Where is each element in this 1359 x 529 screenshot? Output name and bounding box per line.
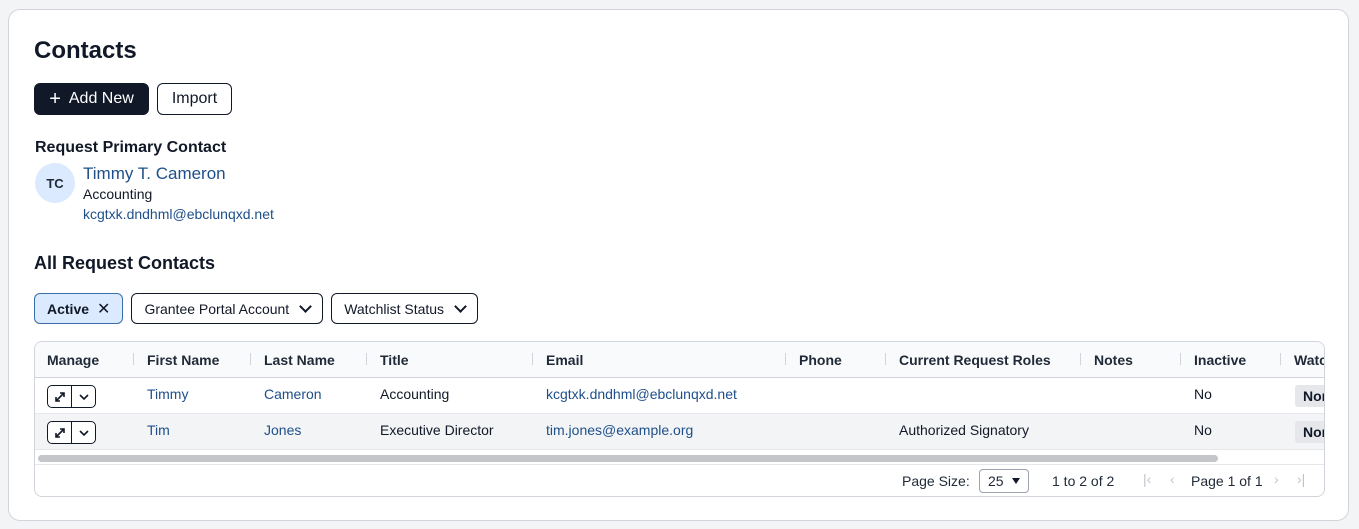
expand-icon bbox=[54, 391, 65, 402]
column-resize-handle[interactable] bbox=[250, 353, 251, 365]
manage-button-group bbox=[47, 385, 96, 408]
title-cell: Accounting bbox=[380, 386, 450, 402]
watchlist-status-badge: Nor bbox=[1295, 385, 1324, 407]
last-page-icon[interactable]: ›| bbox=[1297, 471, 1305, 487]
column-header-watchlist[interactable]: Watc bbox=[1294, 352, 1324, 368]
primary-contact-name-link[interactable]: Timmy T. Cameron bbox=[83, 164, 226, 184]
import-button[interactable]: Import bbox=[157, 83, 232, 115]
expand-icon bbox=[54, 427, 65, 438]
inactive-cell: No bbox=[1194, 386, 1212, 402]
column-header-email[interactable]: Email bbox=[546, 352, 583, 368]
primary-contact-heading: Request Primary Contact bbox=[35, 139, 227, 156]
row-menu-button[interactable] bbox=[71, 386, 95, 407]
row-range-summary: 1 to 2 of 2 bbox=[1052, 473, 1115, 489]
column-header-manage[interactable]: Manage bbox=[47, 352, 99, 368]
chevron-down-icon bbox=[454, 299, 467, 313]
page-size-select[interactable]: 25 bbox=[979, 469, 1029, 493]
pagination-bar: Page Size: 25 1 to 2 of 2 |‹ ‹ Page 1 of… bbox=[35, 466, 1324, 496]
title-cell: Executive Director bbox=[380, 422, 494, 438]
column-resize-handle[interactable] bbox=[785, 353, 786, 365]
avatar: TC bbox=[35, 163, 75, 203]
watchlist-status-badge: Nor bbox=[1295, 421, 1324, 443]
column-resize-handle[interactable] bbox=[366, 353, 367, 365]
table-row: Timmy Cameron Accounting kcgtxk.dndhml@e… bbox=[35, 378, 1324, 414]
column-resize-handle[interactable] bbox=[1280, 353, 1281, 365]
chevron-down-icon bbox=[79, 393, 89, 400]
column-header-inactive[interactable]: Inactive bbox=[1194, 352, 1246, 368]
contacts-grid: Manage First Name Last Name Title Email … bbox=[34, 341, 1325, 497]
close-icon[interactable]: ✕ bbox=[97, 299, 110, 319]
column-resize-handle[interactable] bbox=[1180, 353, 1181, 365]
primary-contact-title: Accounting bbox=[83, 186, 153, 202]
email-link[interactable]: tim.jones@example.org bbox=[546, 422, 693, 438]
last-name-link[interactable]: Jones bbox=[264, 422, 301, 438]
page-size-label: Page Size: bbox=[902, 473, 970, 489]
column-resize-handle[interactable] bbox=[885, 353, 886, 365]
grid-header: Manage First Name Last Name Title Email … bbox=[35, 342, 1324, 378]
inactive-cell: No bbox=[1194, 422, 1212, 438]
filter-dropdown-portal-label: Grantee Portal Account bbox=[144, 300, 290, 317]
last-name-link[interactable]: Cameron bbox=[264, 386, 322, 402]
email-link[interactable]: kcgtxk.dndhml@ebclunqxd.net bbox=[546, 386, 737, 402]
add-new-label: Add New bbox=[68, 90, 134, 107]
column-resize-handle[interactable] bbox=[133, 353, 134, 365]
column-header-notes[interactable]: Notes bbox=[1094, 352, 1133, 368]
manage-button-group bbox=[47, 421, 96, 444]
filter-dropdown-portal[interactable]: Grantee Portal Account bbox=[131, 293, 324, 324]
caret-down-icon bbox=[1012, 478, 1020, 484]
all-contacts-heading: All Request Contacts bbox=[34, 253, 216, 273]
column-resize-handle[interactable] bbox=[1080, 353, 1081, 365]
chevron-down-icon bbox=[79, 429, 89, 436]
primary-contact-email-link[interactable]: kcgtxk.dndhml@ebclunqxd.net bbox=[83, 206, 274, 222]
row-menu-button[interactable] bbox=[71, 422, 95, 443]
expand-button[interactable] bbox=[48, 422, 71, 443]
filter-dropdown-watchlist-label: Watchlist Status bbox=[344, 300, 445, 317]
contacts-card: Contacts + Add New Import Request Primar… bbox=[8, 9, 1349, 521]
column-resize-handle[interactable] bbox=[532, 353, 533, 365]
roles-cell: Authorized Signatory bbox=[899, 422, 1029, 438]
column-header-phone[interactable]: Phone bbox=[799, 352, 842, 368]
filter-bar: Active ✕ Grantee Portal Account Watchlis… bbox=[34, 293, 479, 324]
column-header-title[interactable]: Title bbox=[380, 352, 409, 368]
scrollbar-thumb[interactable] bbox=[38, 455, 1218, 462]
column-header-current-request-roles[interactable]: Current Request Roles bbox=[899, 352, 1051, 368]
table-row: Tim Jones Executive Director tim.jones@e… bbox=[35, 414, 1324, 450]
plus-icon: + bbox=[49, 88, 61, 110]
column-header-last-name[interactable]: Last Name bbox=[264, 352, 335, 368]
first-name-link[interactable]: Timmy bbox=[147, 386, 188, 402]
add-new-button[interactable]: + Add New bbox=[34, 83, 149, 115]
filter-dropdown-watchlist[interactable]: Watchlist Status bbox=[331, 293, 479, 324]
horizontal-scrollbar[interactable] bbox=[35, 451, 1324, 465]
expand-button[interactable] bbox=[48, 386, 71, 407]
chevron-down-icon bbox=[299, 299, 313, 313]
page-indicator: Page 1 of 1 bbox=[1191, 473, 1263, 489]
previous-page-icon[interactable]: ‹ bbox=[1170, 471, 1175, 487]
filter-chip-active-label: Active bbox=[47, 300, 90, 317]
column-header-first-name[interactable]: First Name bbox=[147, 352, 219, 368]
next-page-icon[interactable]: › bbox=[1274, 471, 1279, 487]
filter-chip-active[interactable]: Active ✕ bbox=[34, 293, 124, 324]
page-title: Contacts bbox=[34, 37, 137, 64]
first-name-link[interactable]: Tim bbox=[147, 422, 170, 438]
page-size-value: 25 bbox=[988, 473, 1004, 489]
first-page-icon[interactable]: |‹ bbox=[1143, 471, 1151, 487]
